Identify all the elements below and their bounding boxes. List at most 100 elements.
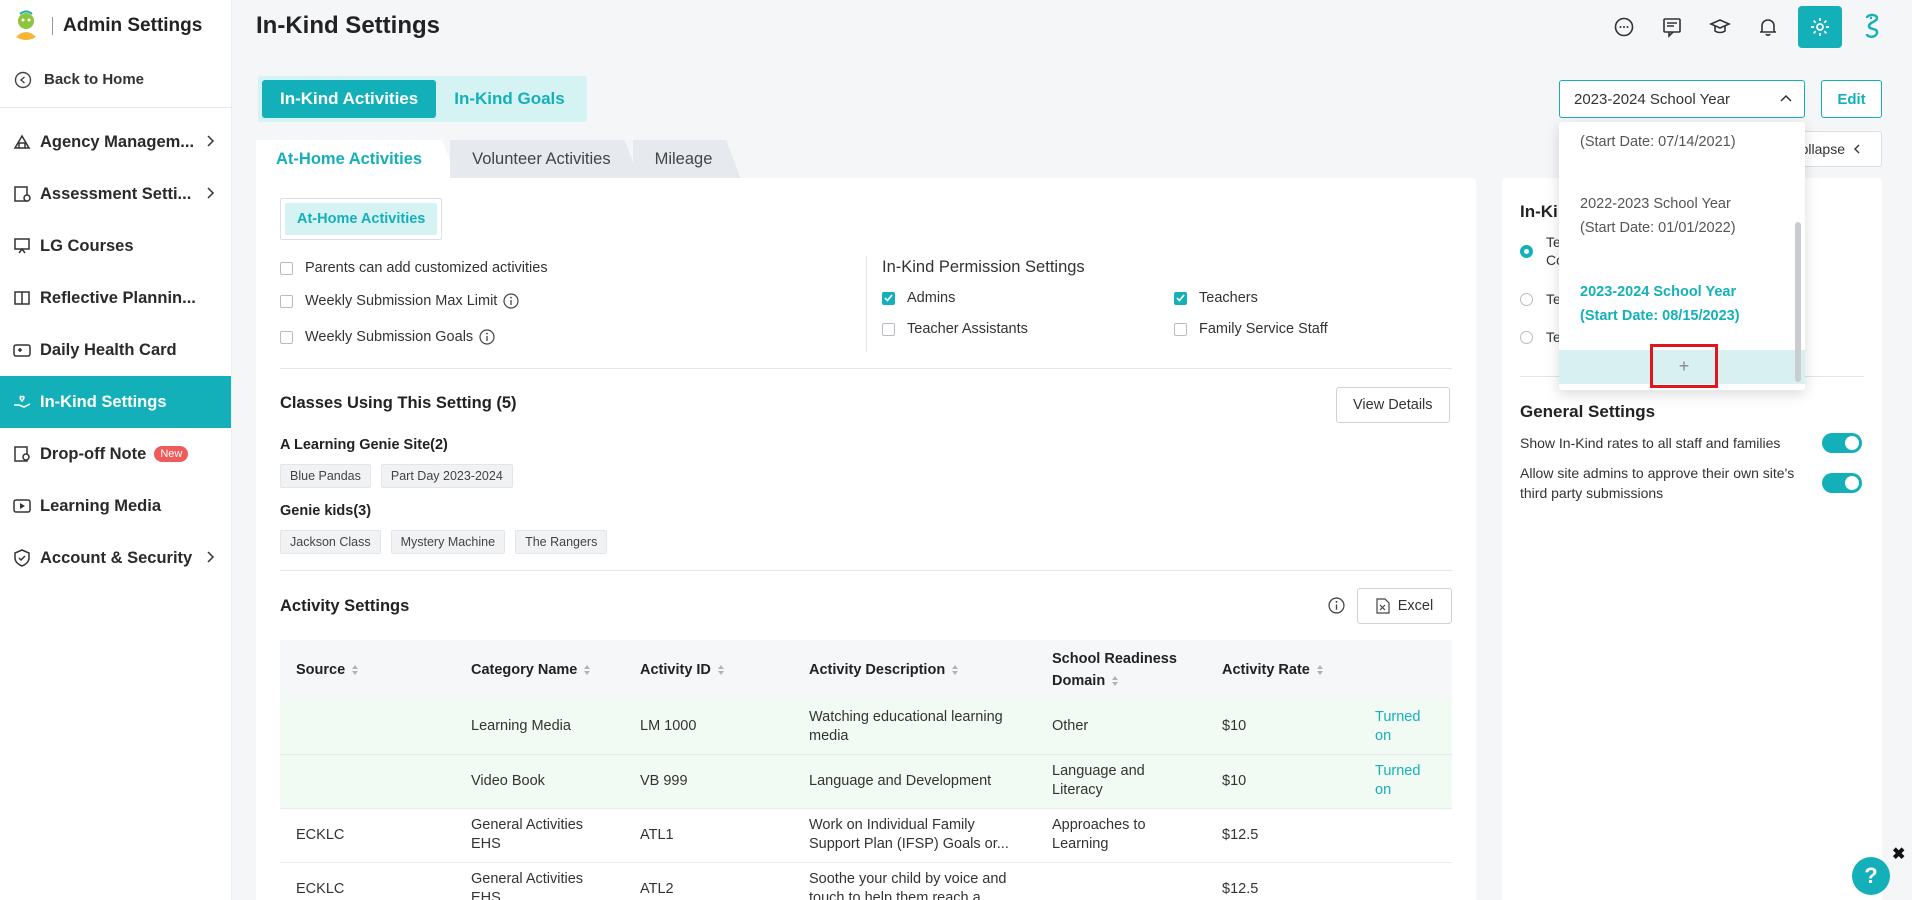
class-chip: Part Day 2023-2024 [380, 464, 513, 488]
sidebar-item-in-kind-settings[interactable]: In-Kind Settings [0, 376, 231, 428]
help-button[interactable]: ? [1852, 857, 1890, 895]
option-parents-custom[interactable]: Parents can add customized activities [280, 260, 548, 276]
show-rates-toggle[interactable] [1822, 433, 1862, 453]
permission-teacher-assistants[interactable]: Teacher Assistants [882, 321, 1028, 337]
sort-icon[interactable] [1316, 664, 1324, 676]
permission-family-service[interactable]: Family Service Staff [1174, 321, 1328, 337]
cell-activity-id: VB 999 [624, 754, 793, 809]
tab-mileage[interactable]: Mileage [633, 140, 741, 178]
cell-source: ECKLC [280, 808, 455, 863]
sort-icon[interactable] [717, 664, 725, 676]
tab-in-kind-goals[interactable]: In-Kind Goals [436, 80, 583, 118]
cell-category: General Activities EHS [455, 862, 624, 900]
edit-button[interactable]: Edit [1821, 80, 1882, 118]
sidebar-item-reflective-planning[interactable]: Reflective Plannin... [0, 272, 231, 324]
sidebar-item-agency-management[interactable]: Agency Managem... [0, 116, 231, 168]
sidebar: Admin Settings Back to Home Agency Manag… [0, 0, 232, 900]
column-header-activity-rate[interactable]: Activity Rate [1206, 640, 1359, 700]
checkbox[interactable] [280, 294, 293, 308]
general-settings-title: General Settings [1520, 402, 1656, 421]
info-icon[interactable] [503, 293, 519, 309]
checkbox-checked[interactable] [1174, 291, 1187, 305]
option-weekly-max[interactable]: Weekly Submission Max Limit [280, 293, 519, 309]
classes-title: Classes Using This Setting (5) [280, 394, 517, 412]
radio-option[interactable] [1520, 331, 1533, 344]
view-details-button[interactable]: View Details [1336, 387, 1450, 423]
checkbox-checked[interactable] [882, 291, 895, 305]
permission-settings-title: In-Kind Permission Settings [882, 258, 1085, 276]
class-chip: Mystery Machine [390, 530, 506, 554]
checkbox[interactable] [882, 322, 895, 336]
radio-option[interactable] [1520, 293, 1533, 306]
allow-admins-toggle[interactable] [1822, 473, 1862, 493]
sidebar-item-assessment-settings[interactable]: Assessment Setti... [0, 168, 231, 220]
tab-at-home-activities[interactable]: At-Home Activities [256, 140, 456, 178]
sidebar-item-learning-media[interactable]: Learning Media [0, 480, 231, 532]
cell-rate: $12.5 [1206, 808, 1359, 863]
cell-status [1359, 808, 1452, 863]
column-header-school-readiness-domain[interactable]: School Readiness Domain [1036, 640, 1206, 700]
sidebar-item-daily-health-card[interactable]: Daily Health Card [0, 324, 231, 376]
sidebar-item-drop-off-note[interactable]: Drop-off Note New [0, 428, 231, 480]
sort-icon[interactable] [951, 664, 959, 676]
export-excel-button[interactable]: Excel [1357, 588, 1452, 624]
checkbox[interactable] [1174, 322, 1187, 336]
sidebar-nav: Agency Managem... Assessment Setti... LG… [0, 116, 231, 584]
table-row: ECKLC General Activities EHS ATL1 Work o… [280, 808, 1452, 863]
chat-icon [1614, 17, 1634, 37]
gear-icon [1811, 18, 1829, 36]
dropdown-option-selected[interactable]: 2023-2024 School Year (Start Date: 08/15… [1580, 280, 1740, 328]
permission-admins[interactable]: Admins [882, 290, 955, 306]
inner-tab-at-home-activities[interactable]: At-Home Activities [285, 203, 438, 235]
cell-category: Video Book [455, 754, 624, 809]
turned-on-link[interactable]: Turned on [1359, 754, 1452, 809]
sidebar-item-account-security[interactable]: Account & Security [0, 532, 231, 584]
profile-button[interactable] [1848, 6, 1896, 48]
sort-icon[interactable] [583, 664, 591, 676]
chevron-right-icon [207, 135, 215, 147]
cell-category: Learning Media [455, 700, 624, 755]
dropdown-scrollbar[interactable] [1795, 222, 1801, 382]
sort-icon[interactable] [351, 664, 359, 676]
health-card-icon [13, 344, 31, 357]
activity-type-tabs: At-Home Activities Volunteer Activities … [256, 140, 734, 178]
dropdown-option[interactable]: (Start Date: 07/14/2021) [1580, 130, 1736, 154]
tab-in-kind-activities[interactable]: In-Kind Activities [262, 80, 437, 118]
add-school-year-button[interactable]: + [1650, 344, 1718, 388]
notifications-button[interactable] [1744, 6, 1792, 48]
school-year-select[interactable]: 2023-2024 School Year [1559, 80, 1805, 118]
sidebar-item-lg-courses[interactable]: LG Courses [0, 220, 231, 272]
back-arrow-icon [14, 71, 32, 88]
column-header-source[interactable]: Source [280, 640, 455, 700]
excel-file-icon [1376, 598, 1390, 614]
checkbox[interactable] [280, 330, 293, 344]
messages-button[interactable] [1648, 6, 1696, 48]
info-icon[interactable] [1328, 597, 1345, 614]
table-row: Video Book VB 999 Language and Developme… [280, 754, 1452, 809]
checkbox[interactable] [280, 261, 293, 275]
column-header-category-name[interactable]: Category Name [455, 640, 624, 700]
brand-separator [52, 17, 53, 35]
chat-button[interactable] [1600, 6, 1648, 48]
turned-on-link[interactable]: Turned on [1359, 700, 1452, 755]
column-header-activity-description[interactable]: Activity Description [793, 640, 1036, 700]
cell-domain: Language and Literacy [1036, 754, 1206, 809]
column-header-activity-id[interactable]: Activity ID [624, 640, 793, 700]
section-divider [280, 570, 1452, 571]
note-icon [14, 446, 30, 462]
cell-activity-id: LM 1000 [624, 700, 793, 755]
courses-button[interactable] [1696, 6, 1744, 48]
option-label: Weekly Submission Goals [305, 329, 474, 345]
back-to-home-link[interactable]: Back to Home [0, 52, 232, 108]
hand-heart-icon [14, 395, 31, 408]
info-icon[interactable] [479, 329, 495, 345]
radio-selected[interactable] [1520, 245, 1533, 258]
dropdown-option[interactable]: 2022-2023 School Year (Start Date: 01/01… [1580, 192, 1736, 240]
sort-icon[interactable] [1111, 675, 1119, 687]
tab-volunteer-activities[interactable]: Volunteer Activities [450, 140, 639, 178]
option-weekly-goals[interactable]: Weekly Submission Goals [280, 329, 495, 345]
permission-teachers[interactable]: Teachers [1174, 290, 1258, 306]
close-icon[interactable]: ✖ [1892, 844, 1905, 864]
settings-button[interactable] [1798, 6, 1842, 48]
shield-icon [14, 549, 30, 567]
